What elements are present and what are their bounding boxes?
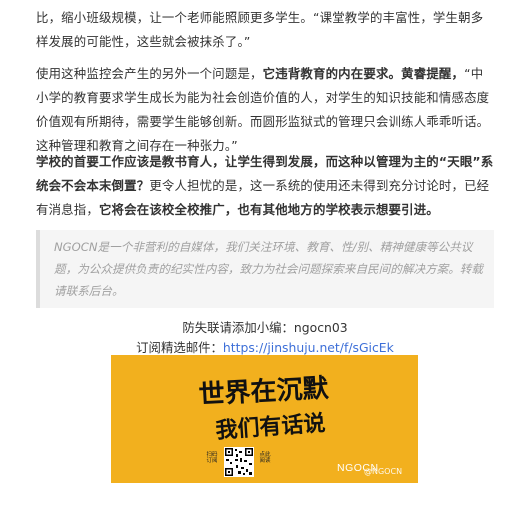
paragraph-3-bold-b: 它将会在该校全校推广，也有其他地方的学校表示想要引进。 [98, 202, 439, 217]
about-blockquote: NGOCN是一个非营利的自媒体，我们关注环境、教育、性/别、精神健康等公共议题，… [36, 230, 494, 308]
paragraph-2-bold-b: 黄睿提醒， [401, 66, 465, 81]
paragraph-2: 使用这种监控会产生的另外一个问题是，它违背教育的内在要求。黄睿提醒，“中小学的教… [36, 62, 494, 158]
banner-title-line2: 我们有话说 [215, 410, 327, 444]
qr-code-icon[interactable] [224, 447, 254, 477]
about-text: NGOCN是一个非营利的自媒体，我们关注环境、教育、性/别、精神健康等公共议题，… [54, 240, 483, 298]
click-read-label: 点此阅读 [259, 452, 271, 464]
contact-info: 防失联请添加小编：ngocn03 订阅精选邮件：https://jinshuju… [36, 318, 494, 358]
wechat-contact-line: 防失联请添加小编：ngocn03 [182, 320, 348, 335]
banner-title-line1: 世界在沉默 [198, 374, 330, 411]
paragraph-2-bold-a: 它违背教育的内在要求。 [262, 66, 402, 81]
paragraph-1: 比，缩小班级规模，让一个老师能照顾更多学生。“课堂教学的丰富性，学生朝多样发展的… [36, 10, 484, 49]
scan-subscribe-label: 扫码订阅 [206, 452, 218, 464]
subscribe-label: 订阅精选邮件： [136, 340, 223, 355]
promo-banner[interactable]: 世界在沉默 我们有话说 扫码订阅 点此阅读 NGOCN @NGOCN [111, 355, 418, 483]
watermark: @NGOCN [364, 467, 403, 476]
paragraph-2-text-a: 使用这种监控会产生的另外一个问题是， [36, 66, 263, 81]
subscribe-link[interactable]: https://jinshuju.net/f/sGicEk [223, 340, 394, 355]
paragraph-3: 学校的首要工作应该是教书育人，让学生得到发展，而这种以管理为主的“天眼”系统会不… [36, 150, 494, 222]
